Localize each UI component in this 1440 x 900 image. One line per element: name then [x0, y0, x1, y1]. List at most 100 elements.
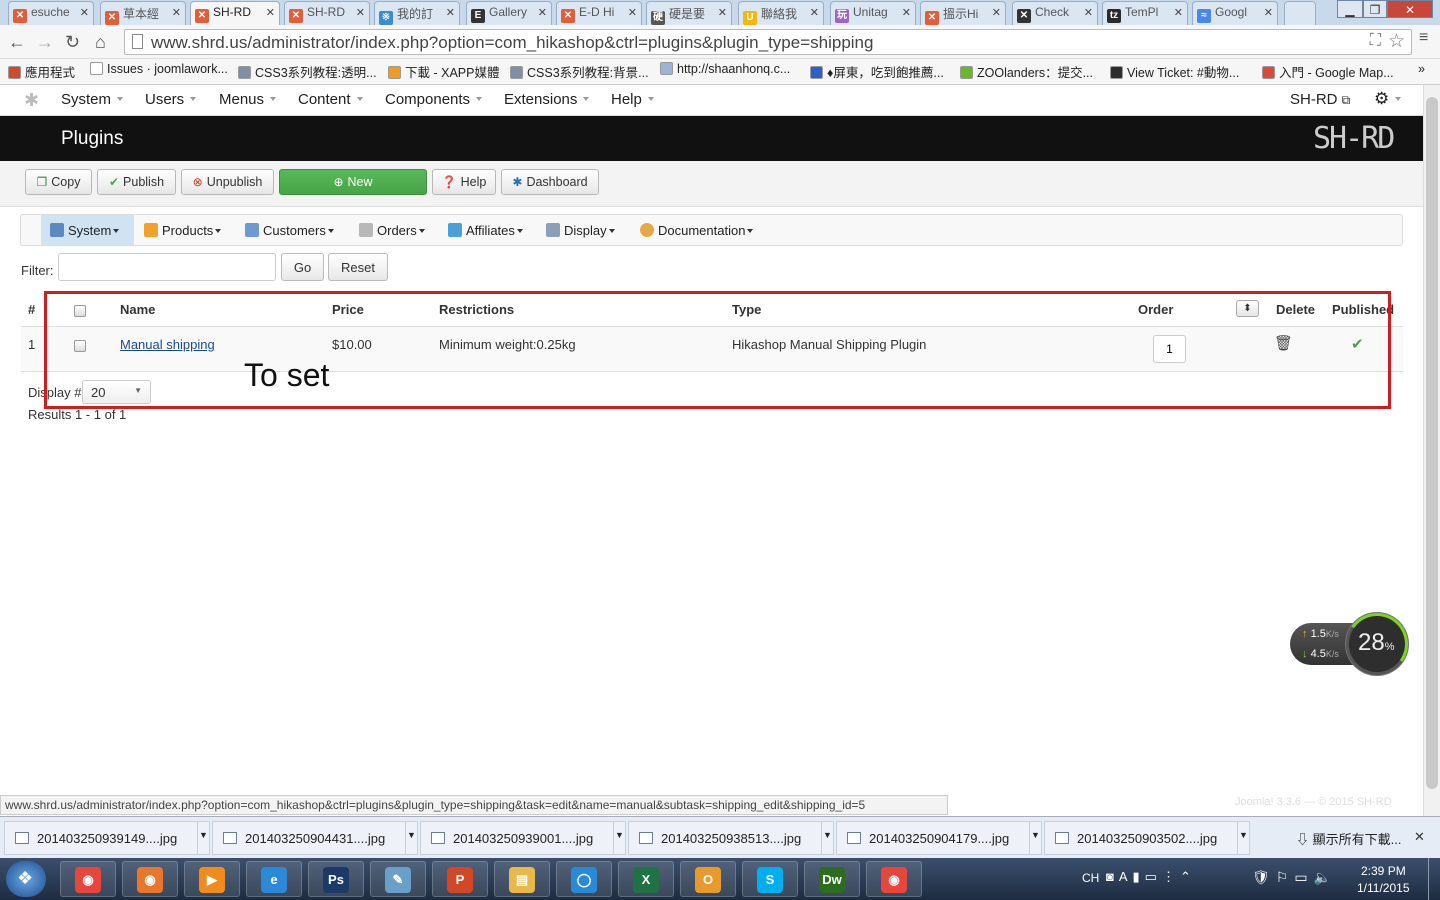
url-input[interactable]: www.shrd.us/administrator/index.php?opti…	[124, 29, 1412, 55]
taskbar-app-dreamweaver[interactable]: Dw	[804, 861, 860, 897]
show-desktop-button[interactable]	[1428, 858, 1440, 900]
download-item[interactable]: 201403250903502....jpg ▼	[1044, 821, 1250, 855]
close-tab-icon[interactable]: ✕	[1174, 6, 1183, 19]
home-icon[interactable]: ⌂	[95, 32, 106, 53]
menu-help[interactable]: Help	[611, 91, 654, 108]
browser-tab[interactable]: ✕ esuche ✕	[8, 1, 94, 25]
taskbar-app-outlook[interactable]: O	[680, 861, 736, 897]
close-window-button[interactable]: ✕	[1387, 0, 1433, 18]
chevron-down-icon[interactable]: ▼	[405, 822, 417, 854]
page-scrollbar[interactable]	[1423, 85, 1440, 816]
browser-tab[interactable]: ✕ SH-RD ✕	[284, 1, 370, 25]
site-link[interactable]: SH-RD ⧉	[1290, 91, 1350, 108]
hika-menu-display[interactable]: Display	[546, 215, 615, 245]
hika-menu-orders[interactable]: Orders	[359, 215, 425, 245]
download-item[interactable]: 201403250939149....jpg ▼	[4, 821, 210, 855]
taskbar-app-powerpoint[interactable]: P	[432, 861, 488, 897]
menu-menus[interactable]: Menus	[219, 91, 277, 108]
close-tab-icon[interactable]: ✕	[992, 6, 1001, 19]
dashboard-button[interactable]: ✱ Dashboard	[501, 169, 599, 195]
chevron-down-icon[interactable]: ▼	[1029, 822, 1041, 854]
scrollbar-thumb[interactable]	[1426, 97, 1438, 789]
copy-button[interactable]: ❐ Copy	[25, 169, 92, 195]
close-tab-icon[interactable]: ✕	[266, 6, 275, 19]
chevron-down-icon[interactable]: ▼	[613, 822, 625, 854]
taskbar-app-internet-explorer[interactable]: e	[246, 861, 302, 897]
close-tab-icon[interactable]: ✕	[810, 6, 819, 19]
browser-tab[interactable]: ≈ Googl ✕	[1192, 1, 1278, 25]
minimize-button[interactable]: ▁	[1337, 0, 1363, 18]
chevron-down-icon[interactable]: ▼	[1237, 822, 1249, 854]
bookmark-item[interactable]: CSS3系列教程:透明...	[238, 62, 377, 81]
close-tab-icon[interactable]: ✕	[172, 6, 181, 19]
close-tab-icon[interactable]: ✕	[356, 6, 365, 19]
taskbar-app-skype[interactable]: S	[742, 861, 798, 897]
taskbar-app-chrome[interactable]: ◉	[60, 861, 116, 897]
browser-tab[interactable]: 硬硬是要 ✕	[646, 1, 732, 25]
close-tab-icon[interactable]: ✕	[1084, 6, 1093, 19]
hika-menu-affiliates[interactable]: Affiliates	[448, 215, 523, 245]
clock-time[interactable]: 2:39 PM	[1361, 864, 1406, 878]
bookmark-item[interactable]: 下載 - XAPP媒體	[388, 62, 499, 81]
bookmark-item[interactable]: ZOOlanders：提交...	[960, 62, 1093, 81]
help-button[interactable]: ❓ Help	[432, 169, 496, 195]
new-button[interactable]: ⊕ New	[279, 169, 427, 195]
new-tab-button[interactable]	[1284, 1, 1316, 25]
tray-icons[interactable]: ◙A▮▭⋮⌃	[1106, 869, 1196, 885]
close-tab-icon[interactable]: ✕	[1264, 6, 1273, 19]
filter-input[interactable]	[58, 253, 276, 281]
download-item[interactable]: 201403250904179....jpg ▼	[836, 821, 1042, 855]
memory-gauge[interactable]: 28%	[1341, 608, 1413, 680]
close-tab-icon[interactable]: ✕	[628, 6, 637, 19]
close-tab-icon[interactable]: ✕	[446, 6, 455, 19]
hika-menu-system[interactable]: System	[41, 215, 134, 245]
unpublish-button[interactable]: ⊗ Unpublish	[181, 169, 274, 195]
hika-menu-customers[interactable]: Customers	[245, 215, 334, 245]
show-all-downloads-link[interactable]: ⇩ 顯示所有下載...	[1296, 829, 1401, 848]
bookmark-item[interactable]: 應用程式	[8, 62, 75, 81]
start-button[interactable]: ❖	[6, 861, 46, 897]
publish-button[interactable]: ✔ Publish	[97, 169, 176, 195]
browser-tab[interactable]: ※ 我的訂 ✕	[374, 1, 460, 25]
close-tab-icon[interactable]: ✕	[538, 6, 547, 19]
download-item[interactable]: 201403250904431....jpg ▼	[212, 821, 418, 855]
close-tab-icon[interactable]: ✕	[902, 6, 911, 19]
browser-tab[interactable]: ✕ Check ✕	[1012, 1, 1098, 25]
taskbar-app-photoshop[interactable]: Ps	[308, 861, 364, 897]
bookmark-item[interactable]: http://shaanhonq.c...	[660, 62, 790, 76]
download-item[interactable]: 201403250939001....jpg ▼	[420, 821, 626, 855]
browser-tab[interactable]: ✕ E-D Hi ✕	[556, 1, 642, 25]
translate-icon[interactable]: ⛶	[1370, 32, 1381, 50]
taskbar-app-media-player[interactable]: ▶	[184, 861, 240, 897]
taskbar-app-notepad[interactable]: ✎	[370, 861, 426, 897]
gear-icon[interactable]: ⚙	[1374, 89, 1402, 109]
language-indicator[interactable]: CH	[1082, 871, 1099, 885]
back-icon[interactable]: ←	[8, 32, 26, 53]
close-tab-icon[interactable]: ✕	[718, 6, 727, 19]
bookmark-item[interactable]: CSS3系列教程:背景...	[510, 62, 649, 81]
system-tray-icons[interactable]: 🛡⚐▭🔈	[1252, 869, 1337, 886]
menu-extensions[interactable]: Extensions	[504, 91, 590, 108]
menu-components[interactable]: Components	[385, 91, 483, 108]
browser-tab[interactable]: tz TemPl ✕	[1102, 1, 1188, 25]
chevron-down-icon[interactable]: ▼	[197, 822, 209, 854]
browser-tab[interactable]: ✕ 草本經 ✕	[100, 1, 186, 25]
clock-date[interactable]: 1/11/2015	[1357, 881, 1410, 895]
menu-icon[interactable]: ≡	[1419, 29, 1428, 47]
more-bookmarks-icon[interactable]: »	[1418, 62, 1425, 76]
bookmark-item[interactable]: ♦屏東，吃到飽推薦...	[810, 62, 944, 81]
bookmark-item[interactable]: View Ticket: #動物...	[1110, 62, 1239, 81]
joomla-logo-icon[interactable]: ✱	[24, 90, 39, 111]
taskbar-app-excel[interactable]: X	[618, 861, 674, 897]
browser-tab[interactable]: ✕ 搵示Hi ✕	[920, 1, 1006, 25]
forward-icon[interactable]: →	[36, 32, 54, 53]
browser-tab[interactable]: 玩 Unitag ✕	[830, 1, 916, 25]
taskbar-app-chrome-2[interactable]: ◉	[866, 861, 922, 897]
hika-menu-products[interactable]: Products	[144, 215, 222, 245]
go-button[interactable]: Go	[281, 253, 324, 281]
menu-system[interactable]: System	[61, 91, 124, 108]
menu-content[interactable]: Content	[298, 91, 363, 108]
taskbar-app-messenger[interactable]: ◯	[556, 861, 612, 897]
chevron-down-icon[interactable]: ▼	[821, 822, 833, 854]
close-downloads-icon[interactable]: ✕	[1414, 829, 1425, 845]
